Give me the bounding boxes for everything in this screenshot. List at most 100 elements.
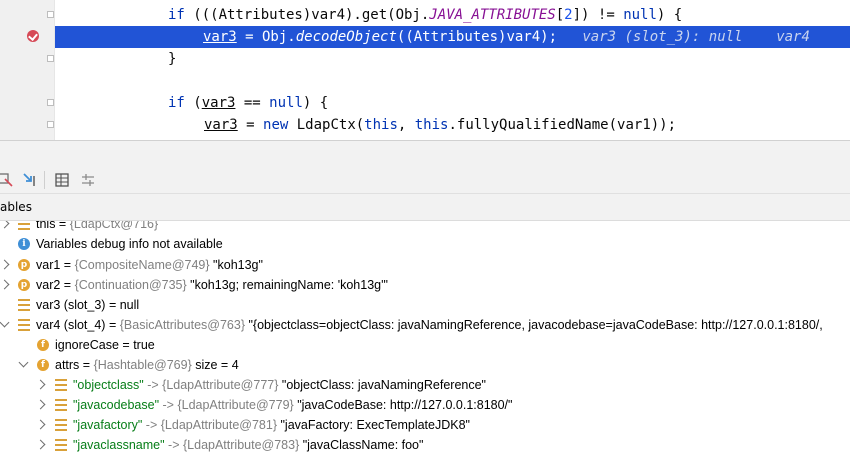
var-value: "javaFactory: ExecTemplateJDK8"	[277, 418, 470, 432]
var-value: "javaClassName: foo"	[299, 438, 424, 452]
code-keyword: if	[168, 95, 185, 111]
expand-arrow-icon[interactable]	[0, 279, 10, 290]
code-method: decodeObject	[295, 29, 397, 45]
code-editor[interactable]: if (((Attributes)var4).get(Obj.JAVA_ATTR…	[0, 0, 850, 140]
collapse-arrow-icon[interactable]	[18, 357, 29, 368]
var-sep: =	[118, 338, 134, 352]
tree-row[interactable]: f ignoreCase = true	[0, 335, 850, 355]
tree-row[interactable]: p var1 = {CompositeName@749} "koh13g"	[0, 255, 850, 275]
var-sep: =	[60, 258, 75, 272]
tree-row[interactable]: var4 (slot_4) = {BasicAttributes@763} "{…	[0, 315, 850, 335]
code-variable: var3	[201, 95, 236, 111]
tree-row[interactable]: f attrs = {Hashtable@769} size = 4	[0, 355, 850, 375]
tree-row[interactable]: "javaclassname" -> {LdapAttribute@783} "…	[0, 435, 850, 453]
debug-toolbar	[0, 166, 850, 194]
expand-arrow-icon[interactable]	[35, 399, 46, 410]
variable-icon	[18, 299, 30, 311]
code-number: 2	[564, 7, 573, 23]
code-keyword: null	[623, 7, 657, 23]
var-type: {LdapCtx@716}	[69, 221, 159, 231]
code-variable: var3	[204, 117, 238, 133]
map-key: "javafactory"	[73, 418, 143, 432]
code-text: ) {	[302, 95, 329, 111]
step-cursor-icon[interactable]	[21, 171, 39, 189]
code-keyword: this	[414, 117, 449, 133]
expand-arrow-icon[interactable]	[35, 439, 46, 450]
code-text: (((Attributes)var4).get(Obj.	[184, 7, 430, 23]
code-text: ,	[397, 117, 415, 133]
tree-row[interactable]: p var2 = {Continuation@735} "koh13g; rem…	[0, 275, 850, 295]
var-sep: =	[55, 221, 70, 231]
code-keyword: new	[263, 117, 289, 133]
code-line[interactable]: if (var3 == null) {	[0, 92, 850, 114]
var-value: "{objectclass=objectClass: javaNamingRef…	[245, 318, 823, 332]
code-text: =	[237, 117, 264, 133]
var-type: {LdapAttribute@783}	[182, 438, 300, 452]
info-icon: i	[18, 238, 30, 250]
code-text: ==	[235, 95, 270, 111]
variables-tree: this = {LdapCtx@716} i Variables debug i…	[0, 221, 850, 453]
tree-row[interactable]: "javacodebase" -> {LdapAttribute@779} "j…	[0, 395, 850, 415]
tree-row[interactable]: "objectclass" -> {LdapAttribute@777} "ob…	[0, 375, 850, 395]
map-key: "javacodebase"	[73, 398, 160, 412]
variable-icon	[18, 221, 30, 230]
var-type: {LdapAttribute@781}	[160, 418, 278, 432]
map-key: "javaclassname"	[73, 438, 165, 452]
code-text: = Obj.	[236, 29, 296, 45]
var-sep: =	[79, 358, 94, 372]
field-icon: f	[37, 359, 49, 371]
tree-row[interactable]: var3 (slot_3) = null	[0, 295, 850, 315]
code-line[interactable]: var3 = new LdapCtx(this, this.fullyQuali…	[0, 114, 850, 136]
expand-arrow-icon[interactable]	[0, 221, 10, 229]
field-icon: f	[37, 339, 49, 351]
var-sep: =	[60, 278, 75, 292]
restore-layout-icon[interactable]	[0, 171, 15, 189]
expand-arrow-icon[interactable]	[35, 419, 46, 430]
map-key: "objectclass"	[73, 378, 144, 392]
tree-row[interactable]: i Variables debug info not available	[0, 234, 850, 254]
var-type: {LdapAttribute@777}	[162, 378, 279, 392]
param-icon: p	[18, 279, 30, 291]
entry-icon	[55, 399, 67, 411]
info-message: Variables debug info not available	[36, 237, 223, 251]
var-type: {Hashtable@769}	[93, 358, 192, 372]
entry-icon	[55, 419, 67, 431]
var-value: "objectClass: javaNamingReference"	[278, 378, 486, 392]
code-line[interactable]: }	[0, 48, 850, 70]
var-type: {LdapAttribute@779}	[177, 398, 294, 412]
tree-row[interactable]: this = {LdapCtx@716}	[0, 221, 850, 234]
code-keyword: this	[364, 117, 398, 133]
map-arrow: ->	[142, 418, 161, 432]
code-line[interactable]: if (((Attributes)var4).get(Obj.JAVA_ATTR…	[0, 4, 850, 26]
current-execution-line[interactable]: var3 = Obj.decodeObject((Attributes)var4…	[55, 26, 850, 48]
variables-panel-title: ables	[0, 200, 32, 214]
breakpoint-hit-icon[interactable]	[27, 30, 39, 42]
var-name: var1	[36, 258, 61, 272]
code-text: ((Attributes)var4);	[396, 29, 558, 45]
param-icon: p	[18, 259, 30, 271]
map-arrow: ->	[164, 438, 183, 452]
code-field: JAVA_ATTRIBUTES	[429, 7, 556, 23]
expand-arrow-icon[interactable]	[0, 259, 10, 270]
var-type: {BasicAttributes@763}	[119, 318, 245, 332]
toolbar-separator	[44, 171, 45, 189]
code-text: ]) !=	[572, 7, 624, 23]
expand-arrow-icon[interactable]	[35, 379, 46, 390]
var-name: this	[36, 221, 56, 231]
map-arrow: ->	[159, 398, 178, 412]
collapse-arrow-icon[interactable]	[0, 317, 10, 328]
code-keyword: null	[269, 95, 303, 111]
var-sep: =	[105, 318, 120, 332]
var-name: ignoreCase	[55, 338, 119, 352]
var-name: attrs	[55, 358, 80, 372]
var-name: var4 (slot_4)	[36, 318, 106, 332]
debug-tab-strip	[0, 141, 850, 166]
code-text: LdapCtx(	[288, 117, 365, 133]
code-variable: var3	[203, 29, 237, 45]
code-text: }	[168, 51, 177, 67]
tree-row[interactable]: "javafactory" -> {LdapAttribute@781} "ja…	[0, 415, 850, 435]
settings-grid-icon[interactable]	[79, 171, 97, 189]
evaluate-table-icon[interactable]	[53, 171, 71, 189]
var-value: "javaCodeBase: http://127.0.0.1:8180/"	[293, 398, 513, 412]
code-keyword: if	[168, 7, 185, 23]
